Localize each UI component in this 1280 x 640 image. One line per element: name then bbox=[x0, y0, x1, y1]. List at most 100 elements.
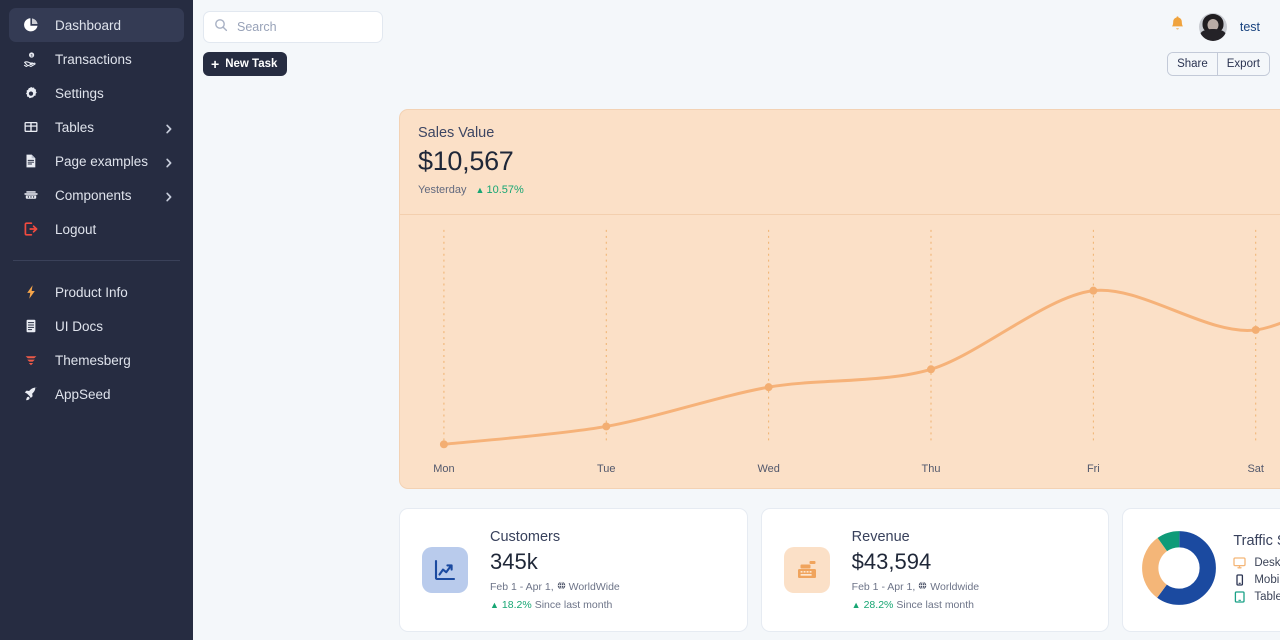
chart-data-point bbox=[1252, 326, 1260, 334]
sidebar-item-label: AppSeed bbox=[55, 387, 111, 402]
chevron-right-icon bbox=[164, 122, 174, 132]
export-button[interactable]: Export bbox=[1218, 53, 1269, 75]
legend-label: Mobile Web 30% bbox=[1254, 574, 1280, 586]
card-delta: ▲ 28.2% Since last month bbox=[852, 599, 1087, 611]
x-axis-tick-label: Mon bbox=[433, 463, 454, 475]
revenue-body: Revenue $43,594 Feb 1 - Apr 1, Worldwide… bbox=[852, 529, 1087, 611]
gear-icon bbox=[21, 84, 41, 102]
legend-item-tablet: Tablet Web 10% bbox=[1233, 591, 1280, 603]
sidebar-item-dashboard[interactable]: Dashboard bbox=[9, 8, 184, 42]
sidebar-item-ui-docs[interactable]: UI Docs bbox=[9, 309, 184, 343]
sidebar-item-label: Components bbox=[55, 188, 132, 203]
card-delta: ▲ 18.2% Since last month bbox=[490, 599, 725, 611]
globe-icon bbox=[918, 581, 927, 593]
sales-card-header: Sales Value $10,567 Yesterday ▲ 10.57% M… bbox=[400, 110, 1280, 214]
revenue-card: Revenue $43,594 Feb 1 - Apr 1, Worldwide… bbox=[761, 508, 1110, 632]
search-icon bbox=[214, 18, 228, 37]
card-title: Customers bbox=[490, 529, 725, 545]
sidebar-item-logout[interactable]: Logout bbox=[9, 212, 184, 246]
chart-data-point bbox=[927, 365, 935, 373]
cash-register-icon bbox=[784, 547, 830, 593]
desktop-icon bbox=[1233, 557, 1246, 569]
sidebar: Dashboard $ Transactions Settings Tables bbox=[0, 0, 193, 640]
main-content: test + New Task Share Export Sales Value… bbox=[193, 0, 1280, 640]
x-axis-tick-label: Wed bbox=[757, 463, 779, 475]
sidebar-item-label: Settings bbox=[55, 86, 104, 101]
sales-chart: MonTueWedThuFriSatSun bbox=[400, 214, 1280, 488]
tablet-icon bbox=[1233, 591, 1246, 603]
scope-label: Worldwide bbox=[930, 581, 979, 593]
sidebar-item-label: Transactions bbox=[55, 52, 132, 67]
card-value: $43,594 bbox=[852, 549, 1087, 575]
new-task-label: New Task bbox=[225, 58, 277, 70]
top-bar: test bbox=[203, 0, 1270, 54]
stats-row: Customers 345k Feb 1 - Apr 1, WorldWide … bbox=[399, 508, 1280, 632]
legend-label: Desktop 60% bbox=[1254, 557, 1280, 569]
new-task-button[interactable]: + New Task bbox=[203, 52, 287, 76]
dashboard-app: Dashboard $ Transactions Settings Tables bbox=[0, 0, 1280, 640]
sidebar-item-label: Dashboard bbox=[55, 18, 121, 33]
customers-card: Customers 345k Feb 1 - Apr 1, WorldWide … bbox=[399, 508, 748, 632]
x-axis-tick-label: Sat bbox=[1247, 463, 1263, 475]
sidebar-item-label: Product Info bbox=[55, 285, 128, 300]
mobile-icon bbox=[1233, 574, 1246, 586]
sales-period-label: Yesterday bbox=[418, 184, 467, 196]
lightning-bolt-icon bbox=[21, 283, 41, 301]
chevron-right-icon bbox=[164, 190, 174, 200]
legend-label: Tablet Web 10% bbox=[1254, 591, 1280, 603]
delta-value: 28.2% bbox=[864, 599, 894, 611]
plus-icon: + bbox=[211, 57, 219, 71]
search-box[interactable] bbox=[203, 11, 383, 43]
sidebar-item-components[interactable]: Components bbox=[9, 178, 184, 212]
themesberg-icon bbox=[21, 351, 41, 369]
card-meta: Feb 1 - Apr 1, WorldWide bbox=[490, 581, 725, 593]
sidebar-item-label: Logout bbox=[55, 222, 96, 237]
sales-change-value: 10.57% bbox=[486, 184, 523, 196]
card-meta: Feb 1 - Apr 1, Worldwide bbox=[852, 581, 1087, 593]
sidebar-item-appseed[interactable]: AppSeed bbox=[9, 377, 184, 411]
chart-data-point bbox=[1089, 287, 1097, 295]
sidebar-item-product-info[interactable]: Product Info bbox=[9, 275, 184, 309]
bell-icon[interactable] bbox=[1169, 16, 1186, 39]
delta-text: Since last month bbox=[535, 599, 613, 611]
sales-line-chart: MonTueWedThuFriSatSun bbox=[400, 214, 1280, 488]
chart-line-up-icon bbox=[422, 547, 468, 593]
chart-data-point bbox=[440, 440, 448, 448]
x-axis-tick-label: Tue bbox=[597, 463, 616, 475]
card-value: 345k bbox=[490, 549, 725, 575]
pie-chart-icon bbox=[21, 16, 41, 34]
legend-item-mobile: Mobile Web 30% bbox=[1233, 574, 1280, 586]
chart-line-series bbox=[444, 248, 1280, 445]
sidebar-item-transactions[interactable]: $ Transactions bbox=[9, 42, 184, 76]
date-range: Feb 1 - Apr 1, bbox=[490, 581, 554, 593]
sidebar-item-label: Tables bbox=[55, 120, 94, 135]
caret-up-icon: ▲ bbox=[490, 601, 499, 610]
svg-text:$: $ bbox=[31, 53, 33, 57]
traffic-share-card: Traffic Share Desktop 60% Mobile Web 30% bbox=[1122, 508, 1280, 632]
customers-body: Customers 345k Feb 1 - Apr 1, WorldWide … bbox=[490, 529, 725, 611]
sales-change: ▲ 10.57% bbox=[476, 184, 524, 196]
legend-item-desktop: Desktop 60% bbox=[1233, 557, 1280, 569]
hand-coin-icon: $ bbox=[21, 50, 41, 68]
sidebar-item-page-examples[interactable]: Page examples bbox=[9, 144, 184, 178]
chart-markers bbox=[440, 244, 1280, 449]
caret-up-icon: ▲ bbox=[476, 186, 485, 195]
sidebar-item-label: Page examples bbox=[55, 154, 148, 169]
globe-icon bbox=[557, 581, 566, 593]
chart-data-point bbox=[602, 422, 610, 430]
sidebar-item-themesberg[interactable]: Themesberg bbox=[9, 343, 184, 377]
avatar[interactable] bbox=[1199, 13, 1227, 41]
scope-label: WorldWide bbox=[569, 581, 620, 593]
document-icon bbox=[21, 152, 41, 170]
traffic-donut-chart bbox=[1141, 530, 1217, 611]
traffic-title: Traffic Share bbox=[1233, 533, 1280, 549]
sales-subtitle: Yesterday ▲ 10.57% bbox=[418, 184, 1280, 196]
chart-data-point bbox=[765, 383, 773, 391]
share-button[interactable]: Share bbox=[1168, 53, 1218, 75]
sidebar-divider bbox=[13, 260, 180, 261]
traffic-body: Traffic Share Desktop 60% Mobile Web 30% bbox=[1233, 533, 1280, 608]
sidebar-item-tables[interactable]: Tables bbox=[9, 110, 184, 144]
sidebar-item-settings[interactable]: Settings bbox=[9, 76, 184, 110]
search-input[interactable] bbox=[237, 20, 372, 34]
share-export-group: Share Export bbox=[1167, 52, 1270, 76]
